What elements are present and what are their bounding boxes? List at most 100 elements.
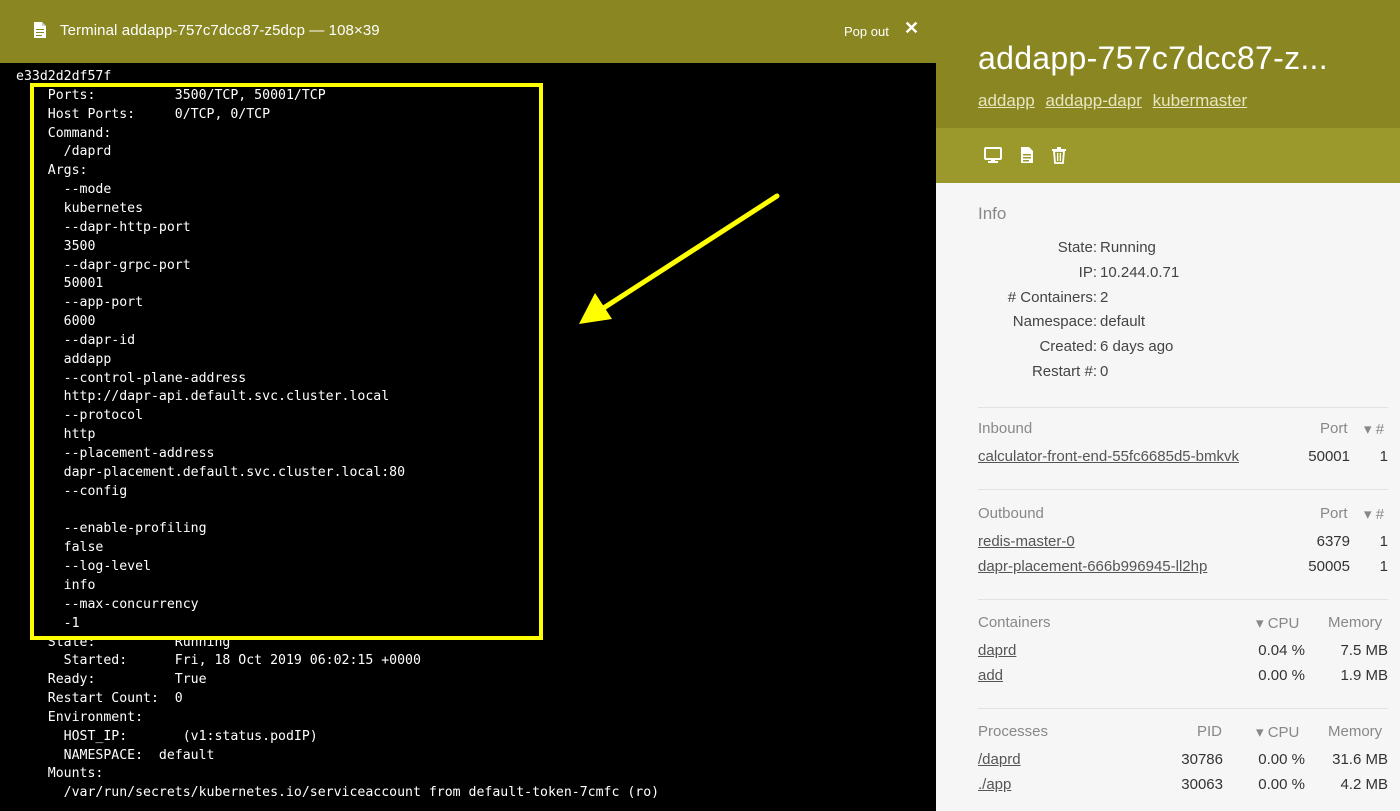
terminal-line: --config xyxy=(16,483,128,499)
inbound-port: 50001 xyxy=(1308,448,1350,465)
terminal-line: /var/run/secrets/kubernetes.io/serviceac… xyxy=(16,785,660,801)
terminal-line: http://dapr-api.default.svc.cluster.loca… xyxy=(16,389,390,405)
terminal-line: --max-concurrency xyxy=(16,596,199,612)
processes-pid-header[interactable]: PID xyxy=(1197,723,1222,740)
process-memory: 4.2 MB xyxy=(1340,776,1388,793)
terminal-line: info xyxy=(16,577,96,593)
terminal-line: 6000 xyxy=(16,314,96,330)
terminal-line: /daprd xyxy=(16,144,112,160)
link-addapp-dapr[interactable]: addapp-dapr xyxy=(1045,91,1141,110)
terminal-line: --protocol xyxy=(16,408,144,424)
pod-links: addapp addapp-dapr kubermaster xyxy=(978,91,1253,111)
info-row-restart: Restart #: 0 xyxy=(1031,363,1109,380)
inbound-count-header[interactable]: ▾ # xyxy=(1364,420,1384,438)
terminal-line: Command: xyxy=(16,125,112,141)
process-cpu: 0.00 % xyxy=(1258,776,1305,793)
outbound-port-header[interactable]: Port xyxy=(1320,505,1348,522)
pop-out-button[interactable]: Pop out xyxy=(844,24,889,39)
outbound-link[interactable]: dapr-placement-666b996945-ll2hp xyxy=(978,558,1207,575)
terminal-line: HOST_IP: (v1:status.podIP) xyxy=(16,728,318,744)
processes-cpu-header[interactable]: ▾ CPU xyxy=(1256,723,1299,741)
info-row-containers: # Containers: 2 xyxy=(1007,289,1109,306)
outbound-link[interactable]: redis-master-0 xyxy=(978,533,1075,550)
terminal-icon[interactable] xyxy=(984,146,1002,164)
info-row-state: State: Running xyxy=(1057,239,1156,256)
outbound-port: 50005 xyxy=(1308,558,1350,575)
inbound-title: Inbound xyxy=(978,420,1033,437)
terminal-line: 3500 xyxy=(16,238,96,254)
terminal-line: --dapr-id xyxy=(16,332,136,348)
containers-memory-header[interactable]: Memory xyxy=(1328,614,1382,631)
outbound-title: Outbound xyxy=(978,505,1044,522)
close-icon[interactable]: ✕ xyxy=(904,18,919,38)
containers-cpu-header[interactable]: ▾ CPU xyxy=(1256,614,1299,632)
terminal-line: --placement-address xyxy=(16,446,215,461)
inbound-link[interactable]: calculator-front-end-55fc6685d5-bmkvk xyxy=(978,448,1239,465)
terminal-line: --log-level xyxy=(16,559,151,575)
terminal-line: Started: Fri, 18 Oct 2019 06:02:15 +0000 xyxy=(16,653,421,669)
process-link-daprd[interactable]: /daprd xyxy=(978,751,1021,768)
terminal-line: Environment: xyxy=(16,709,144,725)
terminal-line: Ready: True xyxy=(16,672,207,688)
terminal-line: --enable-profiling xyxy=(16,521,207,537)
terminal-line: e33d2d2df57f xyxy=(16,69,112,84)
terminal-title: Terminal addapp-757c7dcc87-z5dcp — 108×3… xyxy=(60,22,380,39)
terminal-output[interactable]: e33d2d2df57f Ports: 3500/TCP, 50001/TCP … xyxy=(0,63,936,811)
outbound-count: 1 xyxy=(1379,558,1388,575)
outbound-port: 6379 xyxy=(1316,533,1350,550)
pod-info-content: Info State: Running IP: 10.244.0.71 # Cont… xyxy=(936,183,1400,811)
divider xyxy=(978,599,1388,600)
process-memory: 31.6 MB xyxy=(1332,751,1388,768)
terminal-line: dapr-placement.default.svc.cluster.local… xyxy=(16,464,406,480)
process-pid: 30063 xyxy=(1181,776,1223,793)
terminal-line: NAMESPACE: default xyxy=(16,747,215,763)
divider xyxy=(978,407,1388,408)
divider xyxy=(978,708,1388,709)
terminal-line: --mode xyxy=(16,182,112,198)
terminal-line: kubernetes xyxy=(16,200,144,216)
process-link-app[interactable]: ./app xyxy=(978,776,1011,793)
container-memory: 1.9 MB xyxy=(1340,667,1388,684)
info-row-created: Created: 6 days ago xyxy=(1039,338,1174,355)
terminal-window[interactable]: Terminal addapp-757c7dcc87-z5dcp — 108×3… xyxy=(0,0,936,811)
terminal-line: addapp xyxy=(16,351,112,367)
terminal-line: --app-port xyxy=(16,295,144,311)
info-title: Info xyxy=(978,204,1007,223)
divider xyxy=(978,489,1388,490)
process-cpu: 0.00 % xyxy=(1258,751,1305,768)
outbound-count: 1 xyxy=(1379,533,1388,550)
terminal-line: false xyxy=(16,540,104,556)
outbound-count-header[interactable]: ▾ # xyxy=(1364,505,1384,523)
info-row-namespace: Namespace: default xyxy=(1012,313,1146,330)
process-pid: 30786 xyxy=(1181,751,1223,768)
link-kubermaster[interactable]: kubermaster xyxy=(1153,91,1247,110)
processes-title: Processes xyxy=(978,723,1049,740)
terminal-line: 50001 xyxy=(16,276,104,292)
link-addapp[interactable]: addapp xyxy=(978,91,1035,110)
pod-detail-panel: addapp-757c7dcc87-z... addapp addapp-dap… xyxy=(936,0,1400,811)
terminal-line: Restart Count: 0 xyxy=(16,691,183,707)
inbound-port-header[interactable]: Port xyxy=(1320,420,1348,437)
containers-title: Containers xyxy=(978,614,1051,631)
terminal-line: -1 xyxy=(16,615,80,631)
info-row-ip: IP: 10.244.0.71 xyxy=(1078,264,1180,281)
terminal-line: Args: xyxy=(16,163,88,179)
document-icon[interactable] xyxy=(1018,146,1036,164)
terminal-line: Host Ports: 0/TCP, 0/TCP xyxy=(16,106,271,122)
pod-toolbar xyxy=(936,128,1400,183)
terminal-line: http xyxy=(16,427,96,443)
pod-title: addapp-757c7dcc87-z... xyxy=(978,40,1328,76)
container-cpu: 0.04 % xyxy=(1258,642,1305,659)
terminal-line: --dapr-grpc-port xyxy=(16,257,191,273)
container-link-daprd[interactable]: daprd xyxy=(978,642,1016,659)
pod-header: addapp-757c7dcc87-z... addapp addapp-dap… xyxy=(936,0,1400,128)
terminal-line: Ports: 3500/TCP, 50001/TCP xyxy=(16,87,326,103)
container-link-add[interactable]: add xyxy=(978,667,1003,684)
container-memory: 7.5 MB xyxy=(1340,642,1388,659)
terminal-header: Terminal addapp-757c7dcc87-z5dcp — 108×3… xyxy=(0,0,936,63)
inbound-count: 1 xyxy=(1379,448,1388,465)
container-cpu: 0.00 % xyxy=(1258,667,1305,684)
processes-memory-header[interactable]: Memory xyxy=(1328,723,1382,740)
trash-icon[interactable] xyxy=(1050,146,1068,164)
file-icon xyxy=(34,22,46,38)
